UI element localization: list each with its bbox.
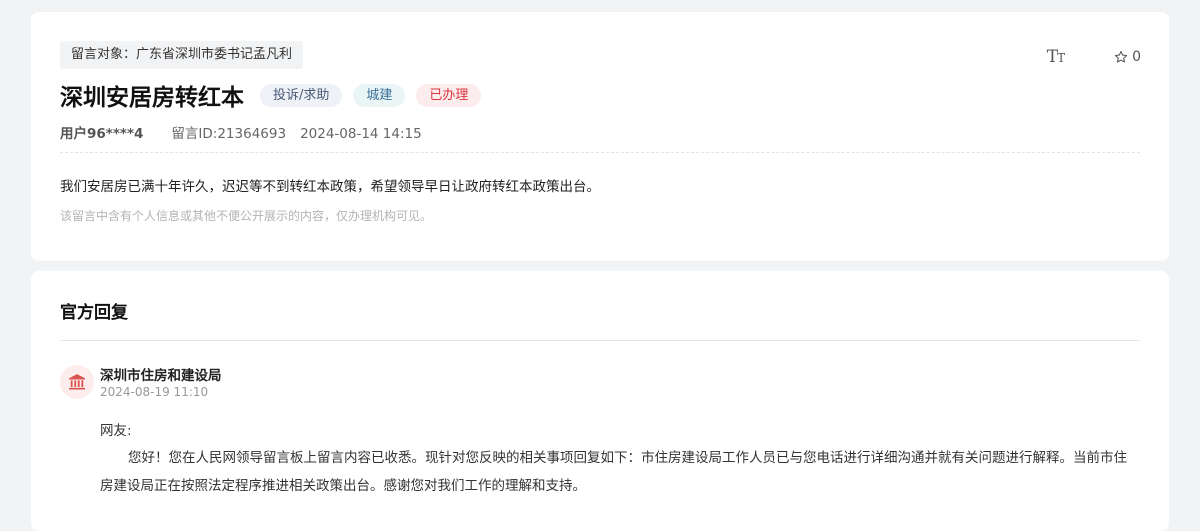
title-row: 深圳安居房转红本 投诉/求助 城建 已办理 — [60, 80, 492, 111]
font-size-button[interactable]: TT — [1046, 46, 1065, 69]
tag-type: 投诉/求助 — [260, 83, 343, 107]
message-meta: 用户96****4 留言ID:21364693 2024-08-14 14:15 — [60, 125, 422, 143]
message-content: 我们安居房已满十年许久，迟迟等不到转红本政策，希望领导早日让政府转红本政策出台。 — [60, 179, 600, 195]
reply-date: 2024-08-19 11:10 — [100, 385, 209, 399]
message-target: 留言对象：广东省深圳市委书记孟凡利 — [60, 41, 304, 69]
favorite-count: 0 — [1132, 49, 1141, 65]
toolbar: TT 0 — [1047, 46, 1141, 68]
message-id: 留言ID:21364693 — [171, 126, 287, 142]
favorite-button[interactable]: 0 — [1114, 49, 1141, 65]
font-size-icon: TT — [1046, 46, 1065, 67]
reply-body: 您好！您在人民网领导留言板上留言内容已收悉。现针对您反映的相关事项回复如下：市住… — [100, 450, 1127, 494]
reply-org-name: 深圳市住房和建设局 — [100, 368, 222, 384]
status-badge: 已办理 — [416, 83, 482, 107]
divider — [60, 152, 1140, 153]
message-card: 留言对象：广东省深圳市委书记孟凡利 TT 0 深圳安居房转红本 投诉/求助 城建… — [31, 12, 1169, 261]
message-datetime: 2024-08-14 14:15 — [300, 126, 422, 142]
tag-field: 城建 — [353, 83, 406, 107]
reply-greeting: 网友: — [100, 423, 132, 439]
government-building-icon — [60, 365, 94, 399]
divider — [60, 340, 1140, 341]
reply-heading: 官方回复 — [60, 303, 128, 323]
star-icon — [1114, 50, 1128, 63]
privacy-note: 该留言中含有个人信息或其他不便公开展示的内容，仅办理机构可见。 — [60, 209, 433, 223]
message-title: 深圳安居房转红本 — [60, 85, 244, 111]
user-name: 用户96****4 — [60, 126, 144, 142]
reply-card: 官方回复 深圳市住房和建设局 2024-08-19 11:10 网友: 您好！您… — [31, 271, 1169, 531]
